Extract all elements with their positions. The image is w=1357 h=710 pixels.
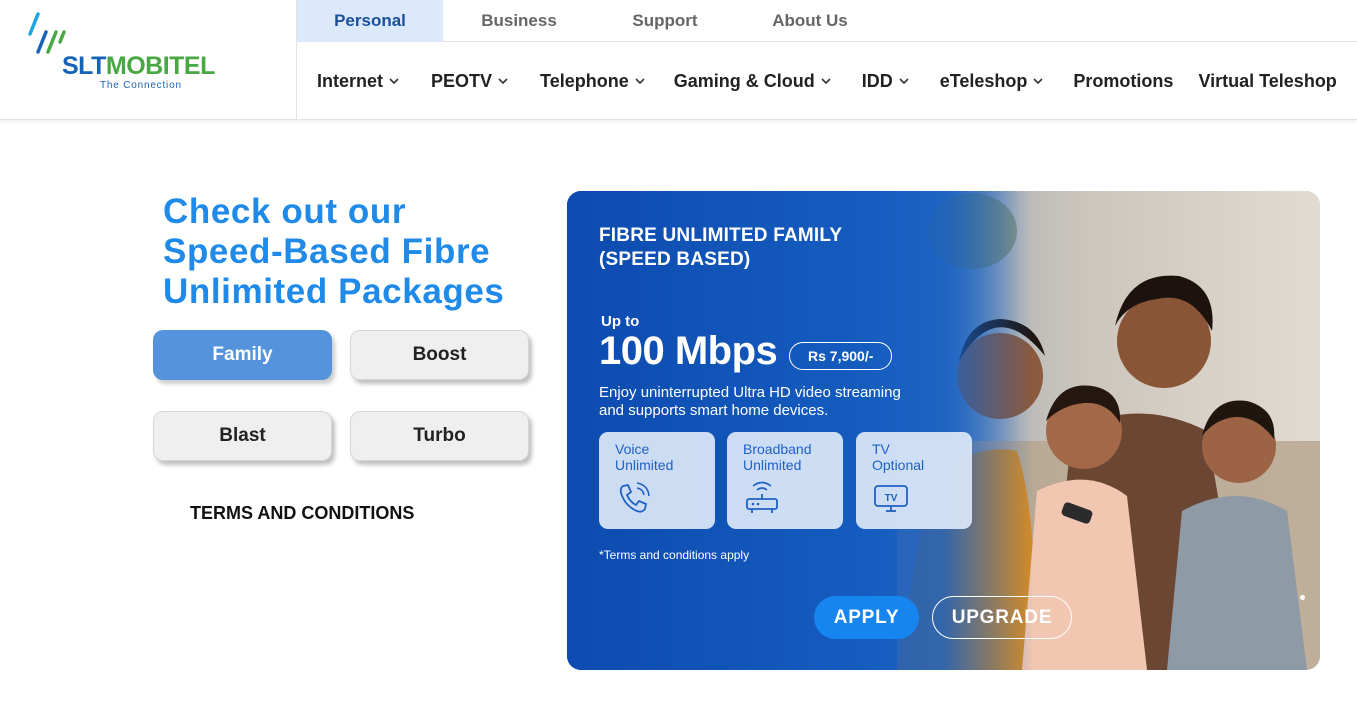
logo-mobitel: MOBITEL bbox=[105, 52, 216, 80]
banner-title-line-1: FIBRE UNLIMITED FAMILY bbox=[599, 225, 843, 246]
package-boost-button[interactable]: Boost bbox=[350, 330, 529, 380]
tab-business[interactable]: Business bbox=[443, 0, 595, 42]
banner-speed: 100 Mbps bbox=[599, 329, 778, 373]
chevron-down-icon bbox=[821, 78, 831, 85]
nav-label: Internet bbox=[317, 70, 384, 91]
headline-line-3: Unlimited Packages bbox=[163, 272, 505, 311]
package-family-button[interactable]: Family bbox=[153, 330, 332, 380]
nav-label: Telephone bbox=[540, 70, 629, 91]
promo-banner: FIBRE UNLIMITED FAMILY (SPEED BASED) Up … bbox=[567, 191, 1320, 670]
nav-promotions[interactable]: Promotions bbox=[1073, 71, 1173, 92]
chevron-down-icon bbox=[635, 78, 645, 85]
main-nav: Internet PEOTV Telephone Gaming & Cloud … bbox=[297, 43, 1357, 119]
chevron-down-icon bbox=[899, 78, 909, 85]
tab-about-us[interactable]: About Us bbox=[735, 0, 885, 42]
nav-label: eTeleshop bbox=[939, 70, 1028, 91]
banner-up-to: Up to bbox=[601, 313, 640, 330]
nav-telephone[interactable]: Telephone bbox=[540, 71, 646, 92]
feature-line-2: Optional bbox=[872, 457, 925, 473]
nav-peotv[interactable]: PEOTV bbox=[431, 71, 509, 92]
nav-virtual-teleshop[interactable]: Virtual Teleshop bbox=[1198, 71, 1336, 92]
site-header: SLTMOBITEL The Connection Personal Busin… bbox=[0, 0, 1357, 120]
nav-label: PEOTV bbox=[431, 70, 493, 91]
banner-description: Enjoy uninterrupted Ultra HD video strea… bbox=[599, 384, 939, 420]
feature-tv-card: TV Optional TV bbox=[856, 432, 972, 529]
nav-label: IDD bbox=[861, 70, 893, 91]
nav-label: Gaming & Cloud bbox=[673, 70, 815, 91]
feature-voice-card: Voice Unlimited bbox=[599, 432, 715, 529]
banner-description-line-2: and supports smart home devices. bbox=[599, 402, 829, 419]
logo[interactable]: SLTMOBITEL The Connection bbox=[0, 0, 297, 120]
terms-and-conditions-link[interactable]: TERMS AND CONDITIONS bbox=[190, 503, 414, 524]
router-icon bbox=[746, 481, 778, 513]
page-headline: Check out our Speed-Based Fibre Unlimite… bbox=[163, 192, 563, 312]
chevron-down-icon bbox=[498, 78, 508, 85]
svg-text:TV: TV bbox=[885, 493, 898, 504]
top-tabs: Personal Business Support About Us bbox=[297, 0, 1357, 42]
feature-line-1: Broadband bbox=[743, 441, 812, 457]
tv-icon: TV bbox=[874, 485, 908, 512]
feature-line-2: Unlimited bbox=[743, 457, 802, 473]
banner-description-line-1: Enjoy uninterrupted Ultra HD video strea… bbox=[599, 384, 901, 401]
package-turbo-button[interactable]: Turbo bbox=[350, 411, 529, 461]
package-blast-button[interactable]: Blast bbox=[153, 411, 332, 461]
nav-idd[interactable]: IDD bbox=[862, 71, 910, 92]
nav-gaming-cloud[interactable]: Gaming & Cloud bbox=[674, 71, 832, 92]
banner-title: FIBRE UNLIMITED FAMILY (SPEED BASED) bbox=[599, 224, 842, 272]
tab-support[interactable]: Support bbox=[595, 0, 735, 42]
logo-slt: SLT bbox=[62, 52, 106, 80]
feature-line-2: Unlimited bbox=[615, 457, 674, 473]
feature-broadband-card: Broadband Unlimited bbox=[727, 432, 843, 529]
headline-line-1: Check out our bbox=[163, 192, 407, 231]
headline-line-2: Speed-Based Fibre bbox=[163, 232, 491, 271]
feature-line-1: TV bbox=[872, 441, 890, 457]
nav-internet[interactable]: Internet bbox=[317, 71, 400, 92]
banner-title-line-2: (SPEED BASED) bbox=[599, 249, 751, 270]
chevron-down-icon bbox=[1033, 78, 1043, 85]
carousel-dot[interactable] bbox=[1300, 595, 1305, 600]
nav-label: Promotions bbox=[1073, 70, 1174, 91]
logo-wordmark: SLTMOBITEL bbox=[62, 52, 215, 80]
tab-personal[interactable]: Personal bbox=[297, 0, 443, 42]
apply-button[interactable]: APPLY bbox=[814, 596, 919, 639]
logo-tagline: The Connection bbox=[100, 80, 182, 91]
upgrade-button[interactable]: UPGRADE bbox=[932, 596, 1072, 639]
banner-price-badge: Rs 7,900/- bbox=[789, 342, 893, 370]
nav-eteleshop[interactable]: eTeleshop bbox=[940, 71, 1045, 92]
feature-line-1: Voice bbox=[615, 441, 650, 457]
banner-terms-note: *Terms and conditions apply bbox=[599, 548, 750, 562]
chevron-down-icon bbox=[389, 78, 399, 85]
nav-label: Virtual Teleshop bbox=[1198, 70, 1337, 91]
phone-icon bbox=[619, 482, 650, 513]
